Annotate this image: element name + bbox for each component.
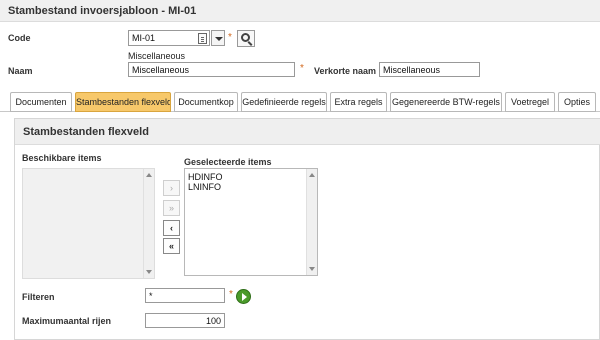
tab-documenten[interactable]: Documenten (10, 92, 72, 112)
code-required-mark: * (228, 32, 232, 43)
code-value: MI-01 (132, 33, 156, 43)
add-all-button[interactable]: » (163, 200, 180, 216)
page-title: Stambestand invoersjabloon - MI-01 (8, 5, 197, 17)
play-icon[interactable] (236, 289, 251, 304)
add-item-button[interactable]: › (163, 180, 180, 196)
scroll-down-icon[interactable] (146, 270, 152, 274)
selected-items-list[interactable]: HDINFO LNINFO (184, 168, 318, 276)
document-icon[interactable] (198, 33, 207, 44)
title-bar: Stambestand invoersjabloon - MI-01 (0, 0, 600, 22)
tab-opties[interactable]: Opties (558, 92, 596, 112)
remove-item-button[interactable]: ‹ (163, 220, 180, 236)
filter-label: Filteren (22, 292, 55, 302)
verkorte-naam-label: Verkorte naam (314, 66, 377, 76)
tab-gegenereerde-btw-regels[interactable]: Gegenereerde BTW-regels (390, 92, 502, 112)
search-button[interactable] (237, 30, 255, 47)
max-rows-label: Maximumaantal rijen (22, 316, 112, 326)
code-caption: Miscellaneous (128, 51, 186, 61)
tab-bar: Documenten Stambestanden flexveld Docume… (0, 92, 600, 112)
naam-label: Naam (8, 66, 33, 76)
tab-documentkop[interactable]: Documentkop (174, 92, 238, 112)
scroll-down-icon[interactable] (309, 267, 315, 271)
tab-extra-regels[interactable]: Extra regels (330, 92, 387, 112)
panel-title: Stambestanden flexveld (23, 126, 149, 138)
list-item[interactable]: LNINFO (188, 182, 221, 192)
available-items-list[interactable] (22, 168, 155, 279)
available-items-label: Beschikbare items (22, 153, 102, 163)
naam-required-mark: * (300, 63, 304, 74)
scroll-up-icon[interactable] (309, 173, 315, 177)
available-list-scrollbar[interactable] (143, 169, 154, 278)
code-label: Code (8, 33, 31, 43)
filter-required-mark: * (229, 289, 233, 300)
verkorte-naam-input[interactable] (379, 62, 480, 77)
list-item[interactable]: HDINFO (188, 172, 223, 182)
max-rows-input[interactable] (145, 313, 225, 328)
panel-header: Stambestanden flexveld (15, 119, 600, 145)
remove-all-button[interactable]: « (163, 238, 180, 254)
code-field[interactable]: MI-01 (128, 30, 210, 46)
selected-items-label: Geselecteerde items (184, 157, 272, 167)
scroll-up-icon[interactable] (146, 173, 152, 177)
tab-stambestanden-flexveld[interactable]: Stambestanden flexveld (75, 92, 171, 112)
naam-input[interactable] (128, 62, 295, 77)
tab-voetregel[interactable]: Voetregel (505, 92, 555, 112)
selected-list-scrollbar[interactable] (306, 169, 317, 275)
filter-input[interactable] (145, 288, 225, 303)
tab-gedefinieerde-regels[interactable]: Gedefinieerde regels (241, 92, 327, 112)
chevron-down-icon[interactable] (211, 30, 225, 46)
